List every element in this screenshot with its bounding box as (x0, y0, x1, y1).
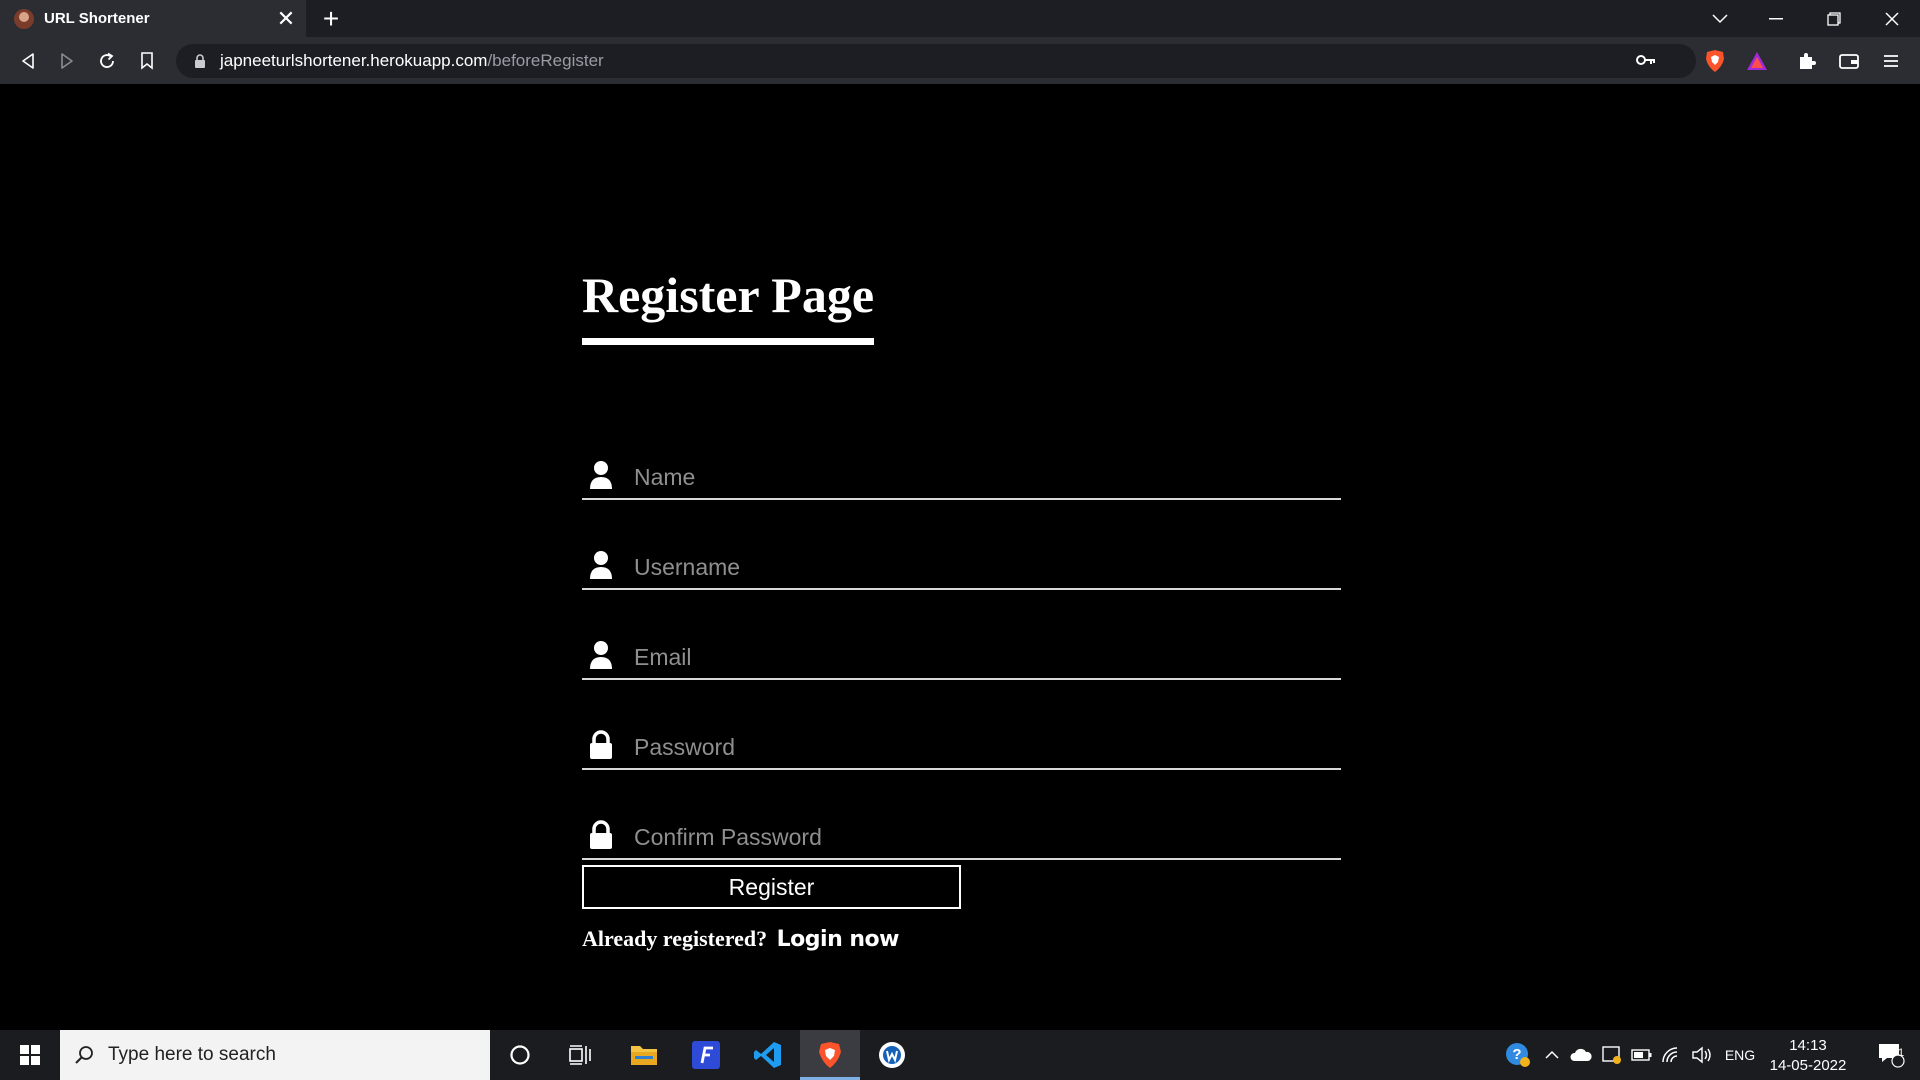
windows-taskbar: Type here to search ? ENG 14:13 14-05-20… (0, 1030, 1920, 1080)
menu-icon[interactable] (1874, 45, 1908, 77)
username-field (582, 544, 1341, 590)
url-path: /beforeRegister (487, 51, 604, 70)
file-explorer-icon[interactable] (614, 1030, 674, 1080)
clock-time: 14:13 (1789, 1037, 1827, 1054)
lock-icon (588, 730, 614, 760)
email-input[interactable] (632, 634, 1336, 680)
show-hidden-icons-chevron-icon[interactable] (1540, 1030, 1564, 1080)
login-prompt: Already registered? Login now (582, 926, 899, 952)
back-button[interactable] (12, 45, 44, 77)
bookmark-button[interactable] (131, 45, 163, 77)
new-tab-button[interactable]: + (316, 3, 346, 34)
volume-icon[interactable] (1688, 1030, 1716, 1080)
address-bar[interactable]: japneeturlshortener.herokuapp.com/before… (176, 44, 1696, 78)
password-key-icon[interactable] (1636, 53, 1656, 72)
close-tab-icon[interactable]: ✕ (272, 5, 300, 33)
start-button[interactable] (0, 1030, 60, 1080)
extensions-icon[interactable] (1790, 45, 1824, 77)
title-underline (582, 338, 874, 345)
already-registered-text: Already registered? (582, 926, 768, 951)
language-indicator[interactable]: ENG (1720, 1030, 1760, 1080)
user-icon (588, 640, 614, 670)
confirm-password-field (582, 814, 1341, 860)
clock-date: 14-05-2022 (1769, 1057, 1847, 1074)
lock-icon (194, 54, 206, 68)
task-view-icon[interactable] (550, 1030, 610, 1080)
login-now-link[interactable]: Login now (777, 927, 900, 952)
browser-toolbar: japneeturlshortener.herokuapp.com/before… (0, 37, 1920, 84)
battery-icon[interactable] (1628, 1030, 1656, 1080)
cortana-icon[interactable] (490, 1030, 550, 1080)
name-field (582, 454, 1341, 500)
tab-search-chevron-icon[interactable] (1692, 0, 1748, 37)
password-input[interactable] (632, 724, 1336, 770)
vscode-icon[interactable] (738, 1030, 798, 1080)
help-icon[interactable]: ? (1500, 1030, 1536, 1080)
close-window-button[interactable] (1864, 0, 1920, 37)
restore-button[interactable] (1806, 0, 1862, 37)
search-placeholder: Type here to search (108, 1044, 276, 1065)
svg-text:?: ? (1512, 1046, 1521, 1063)
tab-title: URL Shortener (44, 10, 150, 27)
wifi-icon[interactable] (1658, 1030, 1686, 1080)
minimize-button[interactable] (1748, 0, 1804, 37)
browser-tab[interactable]: URL Shortener ✕ (0, 0, 306, 37)
confirm-password-input[interactable] (632, 814, 1336, 860)
app-w-icon[interactable] (862, 1030, 922, 1080)
lock-icon (588, 820, 614, 850)
brave-rewards-icon[interactable] (1740, 45, 1774, 77)
brave-taskbar-icon[interactable] (800, 1030, 860, 1080)
forward-button[interactable] (51, 45, 83, 77)
taskbar-search-box[interactable]: Type here to search (60, 1030, 490, 1080)
user-icon (588, 550, 614, 580)
reload-button[interactable] (91, 45, 123, 77)
search-icon (74, 1045, 94, 1065)
user-icon (588, 460, 614, 490)
onedrive-cloud-icon[interactable] (1566, 1030, 1596, 1080)
app-f-icon[interactable] (676, 1030, 736, 1080)
password-field (582, 724, 1341, 770)
clock[interactable]: 14:13 14-05-2022 (1762, 1036, 1854, 1076)
url-host: japneeturlshortener.herokuapp.com (220, 51, 488, 70)
notifications-button[interactable]: 1 (1866, 1030, 1916, 1080)
email-field (582, 634, 1341, 680)
site-favicon-icon (14, 8, 34, 29)
notification-count: 1 (1897, 1047, 1905, 1059)
name-input[interactable] (632, 454, 1336, 500)
brave-shields-icon[interactable] (1698, 45, 1732, 77)
wallet-icon[interactable] (1832, 45, 1866, 77)
page-content: Register Page Register Already registere… (0, 84, 1920, 1030)
register-button[interactable]: Register (582, 865, 961, 909)
sync-status-icon[interactable] (1598, 1030, 1626, 1080)
page-title: Register Page (582, 267, 875, 323)
tab-strip: URL Shortener ✕ + (0, 0, 1920, 37)
username-input[interactable] (632, 544, 1336, 590)
